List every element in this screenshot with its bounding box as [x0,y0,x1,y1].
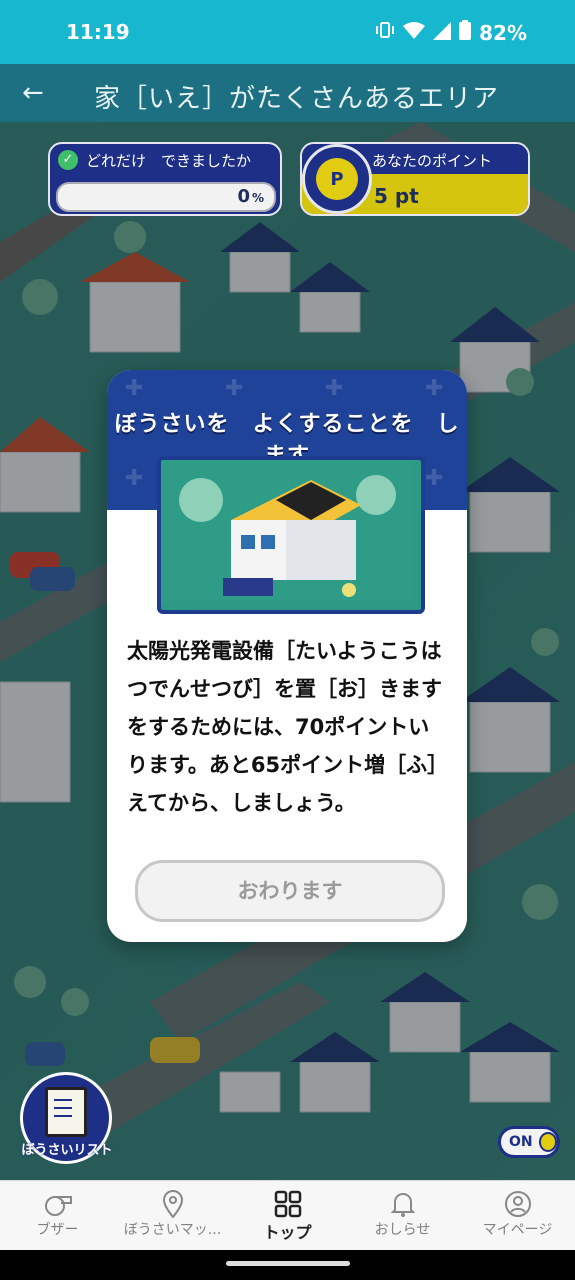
coin-letter: P [316,158,358,200]
progress-card: ✓ どれだけ できましたか 0% [48,142,282,216]
progress-value: 0 [237,186,250,207]
progress-bar: 0% [56,182,276,212]
map-pin-icon [115,1189,230,1219]
toggle-label: ON [509,1134,533,1150]
system-nav-bar [0,1250,575,1280]
app-bar: ← 家［いえ］がたくさんあるエリア [0,64,575,122]
progress-label: どれだけ できましたか [86,152,252,170]
signal-icon [433,21,452,45]
points-label: あなたのポイント [372,152,493,170]
wifi-icon [403,21,426,45]
status-time: 11:19 [66,20,130,44]
checklist-button[interactable]: ぼうさいリスト [20,1072,113,1164]
nav-map-label: ぼうさいマッ... [123,1222,222,1238]
person-icon [460,1189,575,1219]
whistle-icon [0,1189,115,1219]
checkmark-icon: ✓ [58,150,78,170]
close-button[interactable]: おわります [135,860,445,922]
nav-map[interactable]: ぼうさいマッ... [115,1189,230,1239]
points-value: 5 pt [374,184,419,208]
nav-top[interactable]: トップ [230,1189,345,1243]
bell-icon [345,1189,460,1219]
vibrate-icon [375,20,395,45]
nav-notices[interactable]: おしらせ [345,1189,460,1239]
nav-notices-label: おしらせ [374,1222,431,1238]
battery-icon [459,20,472,45]
page-title: 家［いえ］がたくさんあるエリア [94,84,500,114]
bottom-nav: ブザー ぼうさいマッ... トップ おしらせ マイページ [0,1180,575,1251]
grid-icon [230,1189,345,1219]
nav-buzzer[interactable]: ブザー [0,1189,115,1239]
status-bar: 11:19 82% [0,0,575,64]
nav-top-label: トップ [263,1223,312,1242]
home-indicator[interactable] [226,1261,350,1266]
location-toggle[interactable]: ON [498,1126,560,1158]
location-pin-icon [538,1132,557,1152]
battery-percent: 82% [479,20,527,45]
back-arrow-icon[interactable]: ← [22,78,44,108]
progress-unit: % [251,191,264,205]
dialog-message: 太陽光発電設備［たいようこうはつでんせつび］を置［お］きますをするためには、70… [127,639,442,815]
solar-panel-illustration [157,456,425,614]
coin-icon: P [302,144,372,214]
clipboard-icon [45,1087,87,1137]
nav-mypage[interactable]: マイページ [460,1189,575,1239]
upgrade-dialog: ✚ ✚ ✚ ✚ ✚ ✚ ぼうさいを よくすることを します 太陽光発電設備［たい… [107,370,467,942]
checklist-label: ぼうさいリスト [21,1143,113,1158]
nav-mypage-label: マイページ [482,1222,553,1238]
nav-buzzer-label: ブザー [36,1222,79,1238]
